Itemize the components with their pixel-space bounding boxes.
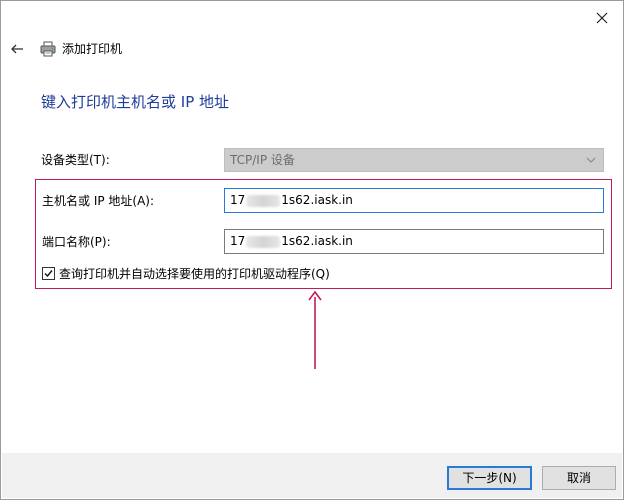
checkmark-icon — [44, 270, 53, 278]
host-input[interactable]: 17 1s62.iask.in — [224, 188, 604, 213]
host-value: 17 1s62.iask.in — [230, 192, 353, 209]
port-value-suffix: 1s62.iask.in — [281, 234, 353, 248]
page-heading: 键入打印机主机名或 IP 地址 — [41, 93, 230, 111]
port-input[interactable]: 17 1s62.iask.in — [224, 229, 604, 254]
port-label: 端口名称(P): — [42, 235, 111, 249]
redacted-blur — [246, 194, 281, 207]
host-value-suffix: 1s62.iask.in — [281, 193, 353, 207]
cancel-button[interactable]: 取消 — [542, 466, 616, 490]
redacted-blur — [246, 235, 281, 248]
query-driver-checkbox[interactable] — [42, 267, 55, 280]
arrow-up-icon — [308, 290, 322, 369]
host-value-prefix: 17 — [230, 193, 246, 207]
next-button[interactable]: 下一步(N) — [447, 466, 532, 490]
device-type-label: 设备类型(T): — [41, 153, 110, 167]
chevron-down-icon — [586, 157, 596, 163]
printer-icon — [39, 40, 57, 58]
port-value: 17 1s62.iask.in — [230, 233, 353, 250]
add-printer-dialog: 添加打印机 键入打印机主机名或 IP 地址 设备类型(T): TCP/IP 设备… — [0, 0, 624, 500]
back-button[interactable] — [9, 40, 27, 58]
device-type-select[interactable]: TCP/IP 设备 — [224, 148, 604, 172]
host-label: 主机名或 IP 地址(A): — [42, 194, 155, 208]
wizard-title: 添加打印机 — [62, 42, 123, 56]
port-value-prefix: 17 — [230, 234, 246, 248]
close-icon — [596, 12, 608, 24]
query-driver-label[interactable]: 查询打印机并自动选择要使用的打印机驱动程序(Q) — [59, 266, 330, 282]
device-type-value: TCP/IP 设备 — [230, 153, 295, 167]
close-button[interactable] — [591, 7, 613, 29]
back-arrow-icon — [11, 44, 23, 54]
